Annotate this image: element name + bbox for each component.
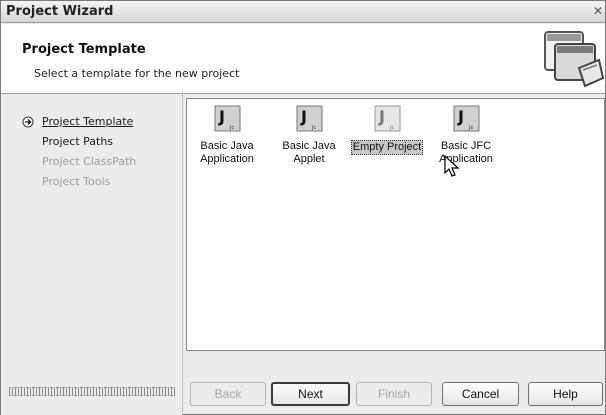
mouse-pointer-icon bbox=[444, 155, 460, 177]
step-project-template[interactable]: Project Template bbox=[42, 115, 133, 128]
wizard-steps-panel: Project Template Project Paths Project C… bbox=[1, 95, 182, 415]
template-basic-java-applet[interactable]: J Jc Basic Java Applet bbox=[267, 105, 351, 166]
cancel-button[interactable]: Cancel bbox=[442, 382, 519, 406]
svg-text:J: J bbox=[300, 107, 307, 126]
svg-text:J: J bbox=[378, 107, 385, 126]
template-label: Basic Java Application bbox=[200, 140, 254, 165]
resize-grip[interactable] bbox=[9, 387, 175, 396]
svg-text:J: J bbox=[218, 107, 225, 126]
template-basic-jfc-application[interactable]: J Jc Basic JFC Application bbox=[424, 105, 508, 166]
step-project-paths[interactable]: Project Paths bbox=[42, 135, 113, 148]
svg-text:J: J bbox=[457, 107, 464, 126]
svg-text:Jc: Jc bbox=[229, 125, 234, 131]
template-empty-project[interactable]: J Jc Empty Project bbox=[345, 105, 429, 155]
current-step-arrow-icon bbox=[22, 116, 34, 128]
wizard-windows-icon bbox=[544, 31, 605, 88]
template-label: Basic Java Applet bbox=[282, 140, 336, 165]
java-file-icon: J Jc bbox=[214, 105, 240, 132]
wizard-header: Project Template Select a template for t… bbox=[1, 24, 605, 94]
back-button[interactable]: Back bbox=[190, 382, 266, 406]
project-wizard-window: Project Wizard ✕ Project Template Select… bbox=[0, 0, 606, 415]
template-list[interactable]: J Jc Basic Java Application J Jc Basic Ja… bbox=[186, 98, 605, 351]
svg-text:Jc: Jc bbox=[389, 125, 394, 131]
next-button[interactable]: Next bbox=[271, 382, 350, 406]
svg-text:Jc: Jc bbox=[468, 125, 473, 131]
step-project-tools: Project Tools bbox=[42, 175, 111, 188]
template-basic-java-application[interactable]: J Jc Basic Java Application bbox=[185, 105, 269, 166]
finish-button[interactable]: Finish bbox=[356, 382, 432, 406]
svg-text:Jc: Jc bbox=[311, 125, 316, 131]
page-title: Project Template bbox=[22, 42, 146, 57]
java-file-icon: J Jc bbox=[453, 105, 479, 132]
template-label: Empty Project bbox=[350, 140, 424, 155]
help-button[interactable]: Help bbox=[528, 382, 603, 406]
close-icon[interactable]: ✕ bbox=[593, 3, 606, 19]
window-title: Project Wizard bbox=[6, 4, 114, 19]
java-file-icon: J Jc bbox=[374, 105, 400, 132]
title-bar[interactable]: Project Wizard ✕ bbox=[1, 1, 605, 23]
page-subtitle: Select a template for the new project bbox=[34, 67, 240, 80]
step-project-classpath: Project ClassPath bbox=[42, 155, 137, 168]
java-file-icon: J Jc bbox=[296, 105, 322, 132]
